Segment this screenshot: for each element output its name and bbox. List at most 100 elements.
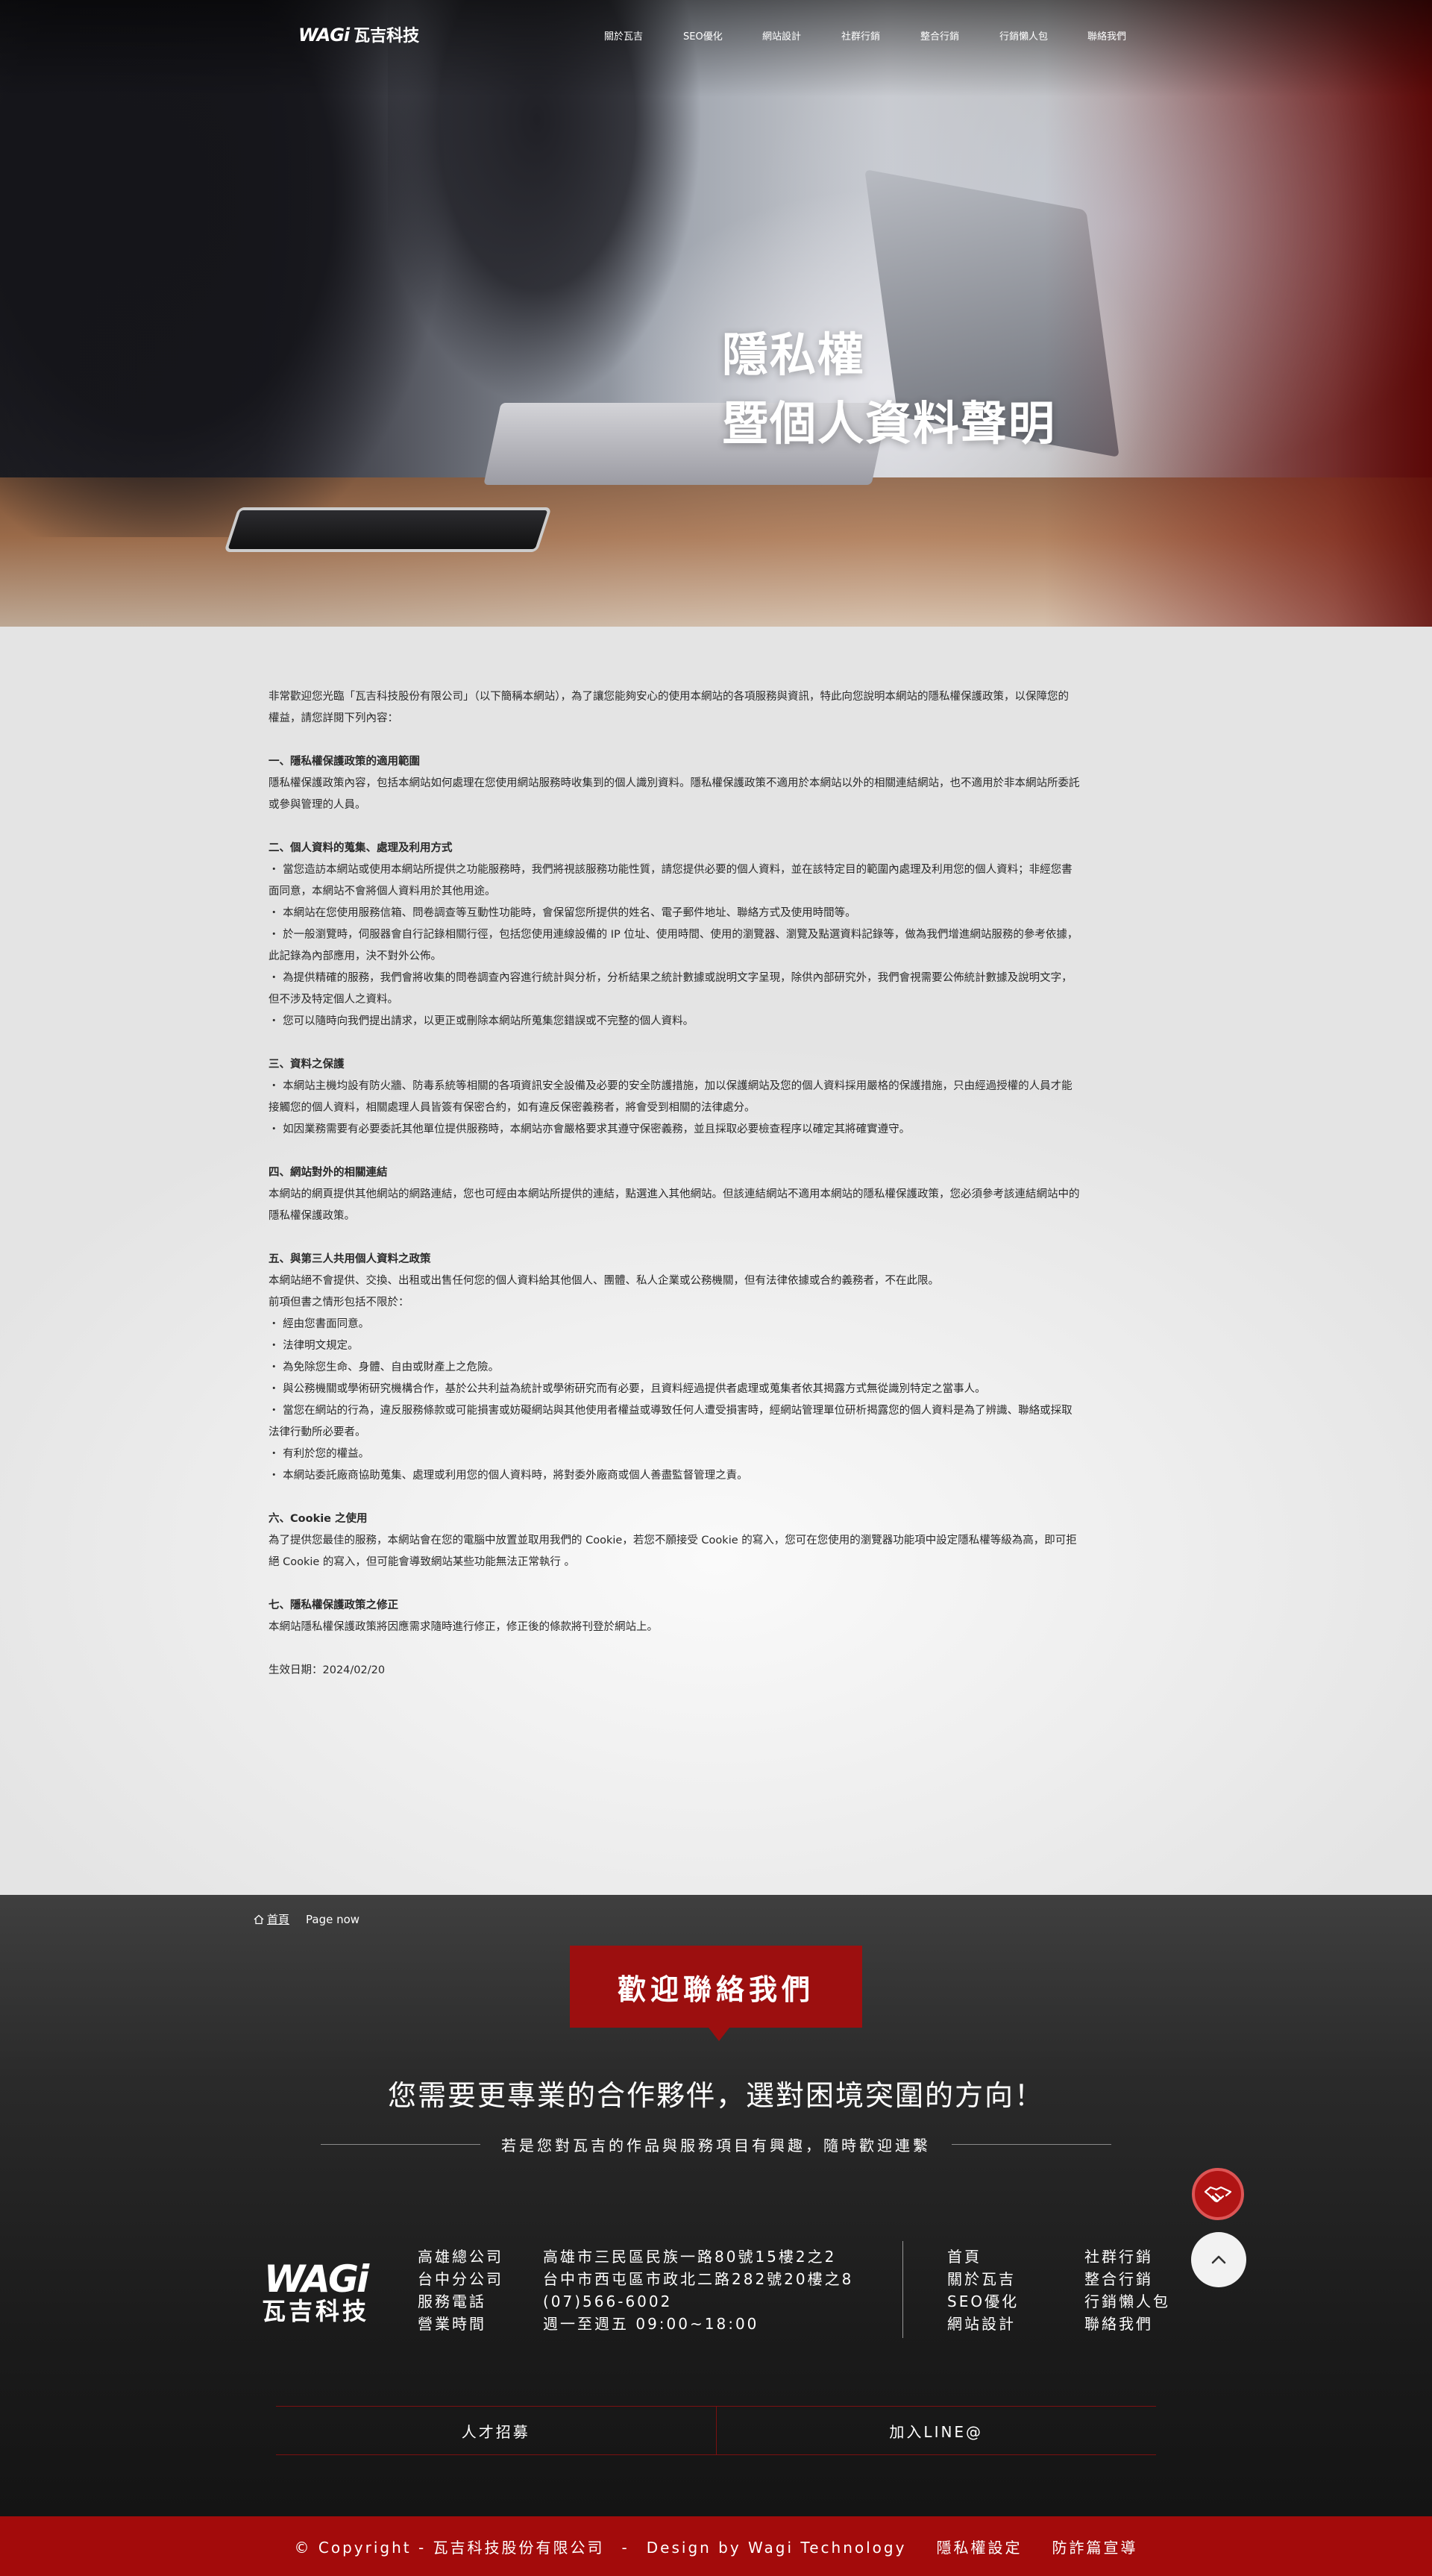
footer-link-integrated[interactable]: 整合行銷: [1084, 2268, 1196, 2290]
back-to-top-button[interactable]: [1191, 2232, 1246, 2287]
info-row: 高雄總公司 高雄市三民區民族一路80號15樓2之2: [418, 2246, 853, 2268]
section-line: ・ 本網站主機均設有防火牆、防毒系統等相關的各項資訊安全設備及必要的安全防護措施…: [268, 1080, 1073, 1092]
section-line: ・ 您可以隨時向我們提出請求，以更正或刪除本網站所蒐集您錯誤或不完整的個人資料。: [268, 1015, 694, 1027]
footer-action-bar: 人才招募 加入LINE@: [276, 2406, 1156, 2455]
footer-link-web-design[interactable]: 網站設計: [947, 2313, 1084, 2335]
section-heading: 四、網站對外的相關連結: [268, 1167, 388, 1179]
home-icon: [254, 1914, 264, 1924]
section-line: 此記錄為內部應用，決不對外公佈。: [268, 950, 442, 962]
copyright-text: © Copyright - 瓦吉科技股份有限公司 - Design by Wag…: [294, 2538, 907, 2557]
anti-fraud-link[interactable]: 防詐篇宣導: [1052, 2536, 1137, 2557]
info-value: 週一至週五 09:00~18:00: [543, 2315, 759, 2333]
section-line: 接觸您的個人資料，相關處理人員皆簽有保密合約，如有違反保密義務者，將會受到相關的…: [268, 1102, 756, 1114]
footer-link-seo[interactable]: SEO優化: [947, 2290, 1084, 2313]
effective-date: 生效日期：2024/02/20: [268, 1664, 386, 1676]
section-line: ・ 經由您書面同意。: [268, 1318, 370, 1330]
nav-item-integrated[interactable]: 整合行銷: [920, 28, 959, 43]
section-heading: 二、個人資料的蒐集、處理及利用方式: [268, 842, 453, 854]
info-value: 高雄市三民區民族一路80號15樓2之2: [543, 2248, 837, 2266]
section-line: 或參與管理的人員。: [268, 799, 366, 811]
info-value: 台中市西屯區市政北二路282號20樓之8: [543, 2270, 854, 2288]
nav-item-marketing-pack[interactable]: 行銷懶人包: [999, 28, 1048, 43]
nav-item-about[interactable]: 關於瓦吉: [604, 28, 643, 43]
breadcrumb-home-label: 首頁: [267, 1913, 290, 1926]
footer-link-social[interactable]: 社群行銷: [1084, 2246, 1196, 2268]
nav-item-social[interactable]: 社群行銷: [841, 28, 880, 43]
section-line: ・ 於一般瀏覽時，伺服器會自行記錄相關行徑，包括您使用連線設備的 IP 位址、使…: [268, 929, 1078, 941]
chat-float-button[interactable]: [1192, 2168, 1244, 2220]
section-heading: 七、隱私權保護政策之修正: [268, 1599, 398, 1611]
info-phone[interactable]: (07)566-6002: [543, 2290, 672, 2313]
breadcrumb: 首頁 Page now: [254, 1911, 359, 1927]
section-line: ・ 法律明文規定。: [268, 1340, 359, 1352]
section-line: ・ 當您在網站的行為，違反服務條款或可能損害或妨礙網站與其他使用者權益或導致任何…: [268, 1405, 1073, 1417]
breadcrumb-current: Page now: [306, 1912, 360, 1926]
footer-sub-slogan: 若是您對瓦吉的作品與服務項目有興趣，隨時歡迎連繫: [321, 2134, 1111, 2155]
page-title: 隱私權 暨個人資料聲明: [722, 321, 1056, 458]
section-line: ・ 本網站在您使用服務信箱、問卷調查等互動性功能時，會保留您所提供的姓名、電子郵…: [268, 907, 856, 919]
privacy-article: 非常歡迎您光臨「瓦吉科技股份有限公司」（以下簡稱本網站），為了讓您能夠安心的使用…: [268, 686, 1164, 1682]
divider-line-right: [952, 2144, 1111, 2145]
nav-item-web-design[interactable]: 網站設計: [762, 28, 801, 43]
company-info: 高雄總公司 高雄市三民區民族一路80號15樓2之2 台中分公司 台中市西屯區市政北二…: [418, 2246, 853, 2335]
breadcrumb-home[interactable]: 首頁: [254, 1911, 289, 1927]
footer-slogan: 您需要更專業的合作夥伴，選對困境突圍的方向！: [387, 2079, 1044, 2112]
section-line: 但不涉及特定個人之資料。: [268, 994, 398, 1006]
info-label: 服務電話: [418, 2293, 486, 2310]
info-row: 服務電話 (07)566-6002: [418, 2290, 853, 2313]
info-label: 高雄總公司: [418, 2248, 503, 2266]
line-link[interactable]: 加入LINE@: [715, 2407, 1157, 2454]
section-line: 隱私權保護政策。: [268, 1210, 355, 1222]
nav-item-contact[interactable]: 聯絡我們: [1087, 28, 1126, 43]
info-row: 營業時間 週一至週五 09:00~18:00: [418, 2313, 853, 2335]
footer-vertical-divider: [902, 2241, 903, 2338]
section-line: 本網站絕不會提供、交換、出租或出售任何您的個人資料給其他個人、團體、私人企業或公…: [268, 1275, 939, 1287]
nav-item-seo[interactable]: SEO優化: [683, 28, 723, 43]
intro-line: 權益，請您詳閱下列內容：: [268, 712, 398, 724]
privacy-content: 非常歡迎您光臨「瓦吉科技股份有限公司」（以下簡稱本網站），為了讓您能夠安心的使用…: [0, 627, 1432, 1895]
handshake-icon: [1204, 2186, 1232, 2202]
top-navigation: WAGi 瓦吉科技 關於瓦吉 SEO優化 網站設計 社群行銷 整合行銷 行銷懶人…: [0, 0, 1432, 72]
page-title-line2: 暨個人資料聲明: [722, 396, 1057, 451]
section-line: ・ 如因業務需要有必要委託其他單位提供服務時，本網站亦會嚴格要求其遵守保密義務，…: [268, 1124, 911, 1135]
section-line: 絕 Cookie 的寫入，但可能會導致網站某些功能無法正常執行 。: [268, 1556, 576, 1568]
hero-tablet: [224, 507, 552, 552]
logo-wagi-text: WAGi: [298, 25, 350, 46]
page-title-line1: 隱私權: [722, 328, 866, 382]
section-heading: 三、資料之保護: [268, 1059, 345, 1071]
contact-us-button[interactable]: 歡迎聯絡我們: [570, 1946, 862, 2041]
section-line: 為了提供您最佳的服務，本網站會在您的電腦中放置並取用我們的 Cookie，若您不…: [268, 1535, 1077, 1546]
privacy-settings-link[interactable]: 隱私權設定: [936, 2536, 1022, 2557]
footer-logo-chinese: 瓦吉科技: [261, 2297, 369, 2325]
footer-link-home[interactable]: 首頁: [947, 2246, 1084, 2268]
section-line: ・ 與公務機關或學術研究機構合作，基於公共利益為統計或學術研究而有必要，且資料經…: [268, 1383, 986, 1395]
footer-link-contact[interactable]: 聯絡我們: [1084, 2313, 1196, 2335]
recruit-link[interactable]: 人才招募: [276, 2407, 716, 2454]
info-row: 台中分公司 台中市西屯區市政北二路282號20樓之8: [418, 2268, 853, 2290]
footer-link-about[interactable]: 關於瓦吉: [947, 2268, 1084, 2290]
section-line: ・ 有利於您的權益。: [268, 1448, 370, 1460]
footer-sub-slogan-text: 若是您對瓦吉的作品與服務項目有興趣，隨時歡迎連繫: [501, 2137, 931, 2154]
copyright-bar: © Copyright - 瓦吉科技股份有限公司 - Design by Wag…: [0, 2516, 1432, 2576]
footer-logo-wagi: WAGi: [263, 2257, 369, 2301]
section-line: ・ 本網站委託廠商協助蒐集、處理或利用您的個人資料時，將對委外廠商或個人善盡監督…: [268, 1470, 748, 1482]
footer-logo[interactable]: WAGi 瓦吉科技: [257, 2260, 374, 2325]
section-line: 本網站隱私權保護政策將因應需求隨時進行修正，修正後的條款將刊登於網站上。: [268, 1621, 658, 1633]
site-logo[interactable]: WAGi 瓦吉科技: [298, 22, 419, 46]
hero-banner: WAGi 瓦吉科技 關於瓦吉 SEO優化 網站設計 社群行銷 整合行銷 行銷懶人…: [0, 0, 1432, 627]
info-label: 台中分公司: [418, 2270, 503, 2288]
section-line: ・ 為提供精確的服務，我們會將收集的問卷調查內容進行統計與分析，分析結果之統計數…: [268, 972, 1073, 984]
section-line: 隱私權保護政策內容，包括本網站如何處理在您使用網站服務時收集到的個人識別資料。隱…: [268, 777, 1080, 789]
divider-line-left: [321, 2144, 480, 2145]
section-heading: 五、與第三人共用個人資料之政策: [268, 1253, 431, 1265]
footer-link-marketing-pack[interactable]: 行銷懶人包: [1084, 2290, 1196, 2313]
section-heading: 一、隱私權保護政策的適用範圍: [268, 756, 420, 768]
section-line: 本網站的網頁提供其他網站的網路連結，您也可經由本網站所提供的連結，點選進入其他網…: [268, 1188, 1080, 1200]
section-heading: 六、Cookie 之使用: [268, 1513, 368, 1525]
